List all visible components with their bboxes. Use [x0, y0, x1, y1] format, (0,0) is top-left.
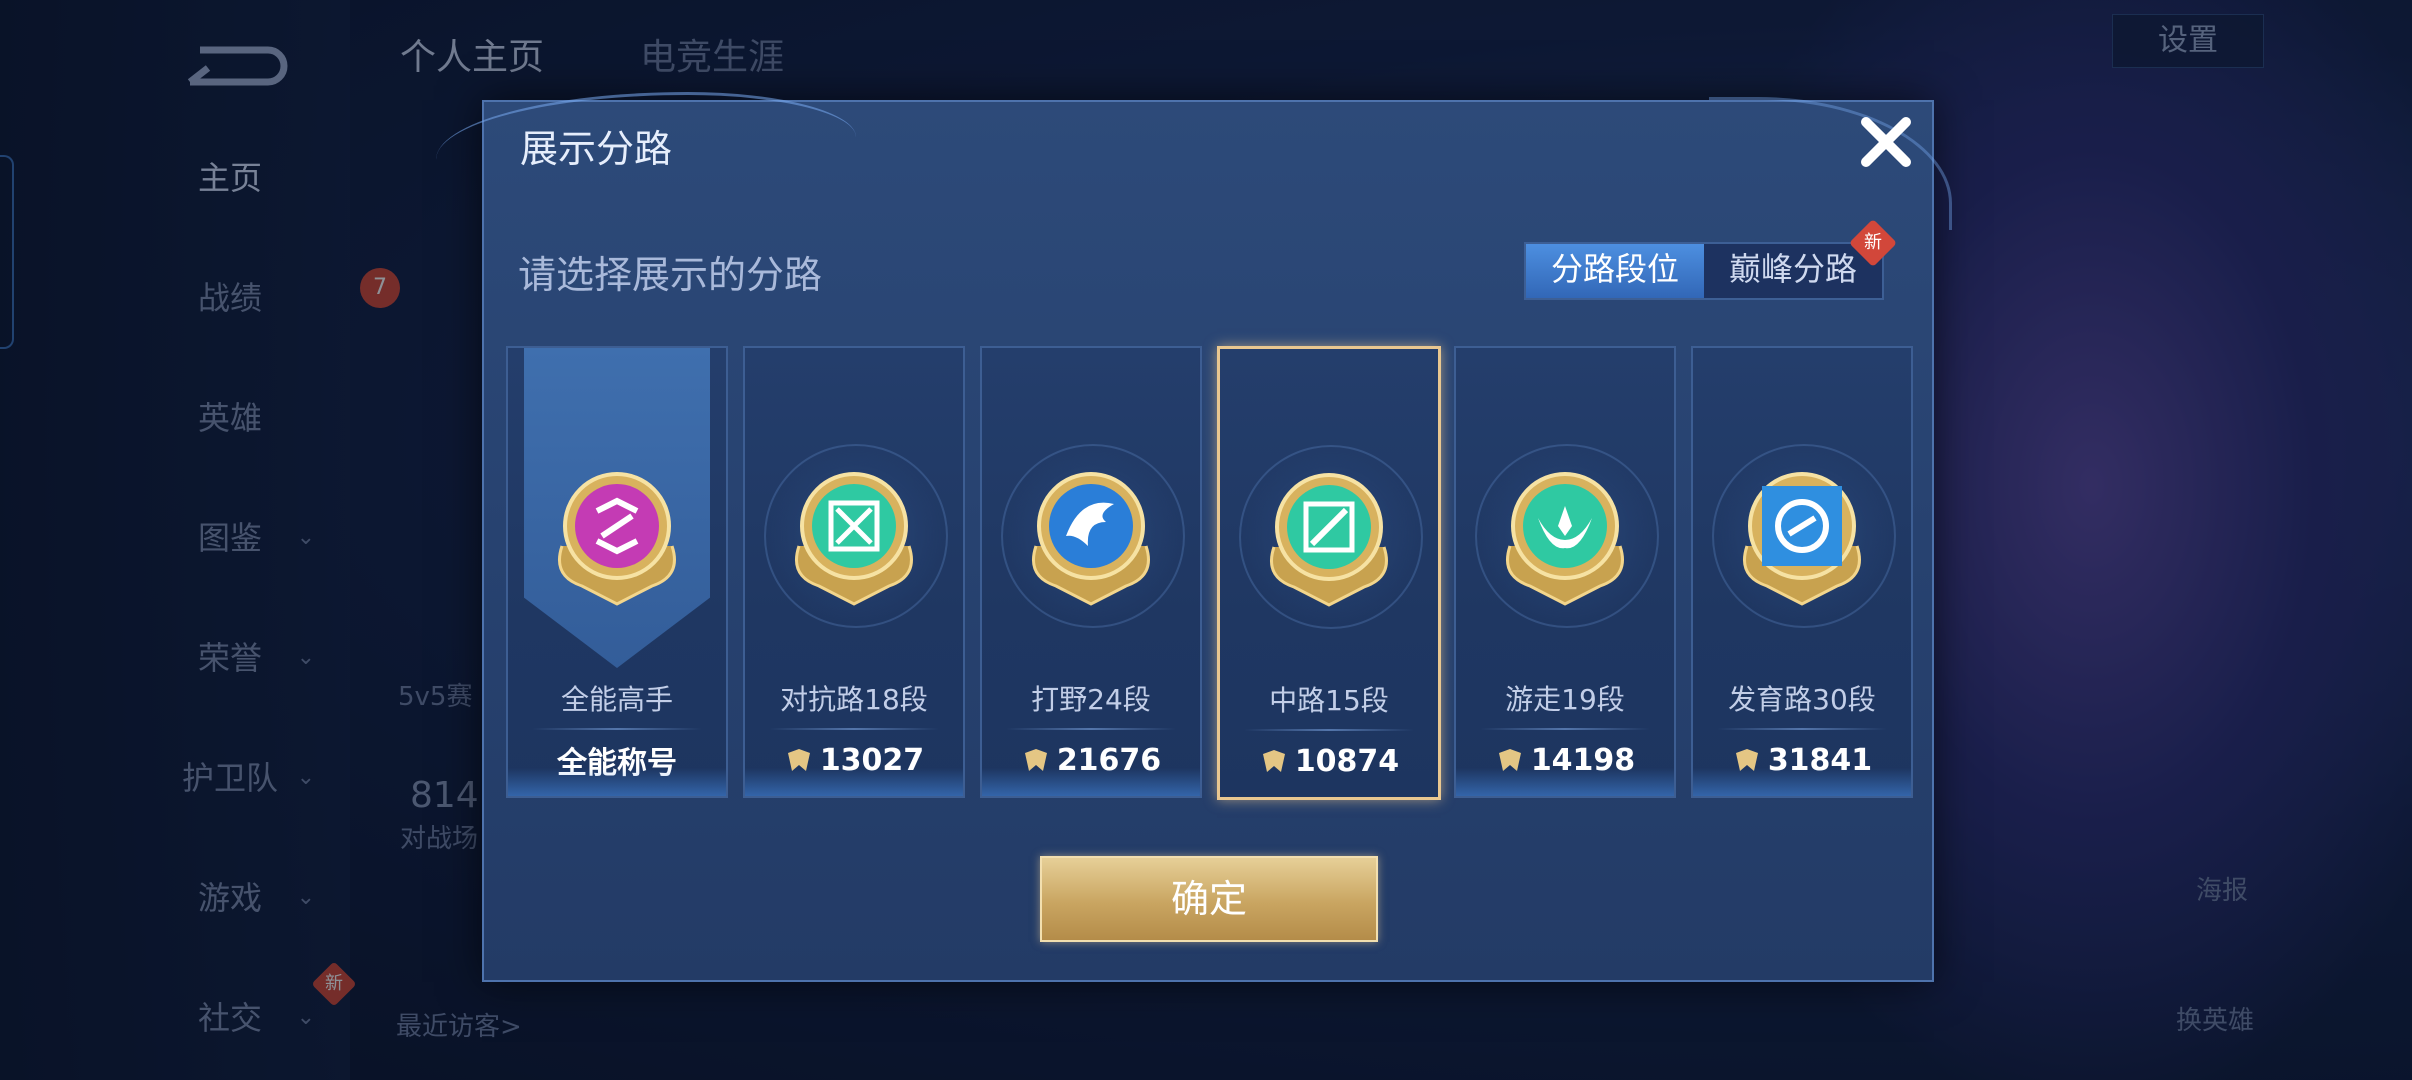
close-icon [1861, 117, 1911, 167]
lane-card[interactable]: 打野24段 21676 [980, 346, 1202, 798]
lane-name: 全能高手 [560, 683, 673, 716]
new-badge-text: 新 [1864, 232, 1882, 253]
card-divider [1006, 728, 1176, 730]
lane-card[interactable]: 对抗路18段 13027 [743, 346, 965, 798]
close-button[interactable] [1854, 110, 1918, 174]
clash-lane-badge-icon [795, 472, 913, 606]
farm-lane-badge-icon [1743, 472, 1861, 606]
card-divider [769, 728, 939, 730]
lane-name: 中路15段 [1269, 684, 1389, 717]
modal-subtitle: 请选择展示的分路 [518, 253, 823, 297]
points-icon [1262, 750, 1285, 772]
jungle-badge-icon [1032, 472, 1150, 606]
card-divider [1717, 728, 1887, 730]
lane-card-list: 全能高手 全能称号 对抗路18段 13027 打野24段 21676 中路15段… [506, 346, 1913, 800]
lane-display-modal: 展示分路 请选择展示的分路 分路段位 巅峰分路 新 全能高手 全能称号 对抗路1… [436, 92, 1952, 982]
lane-score: 10874 [1294, 743, 1400, 779]
lane-card[interactable]: 游走19段 14198 [1454, 346, 1676, 798]
lane-name: 打野24段 [1031, 683, 1151, 716]
toggle-lane-rank[interactable]: 分路段位 [1526, 244, 1704, 298]
card-bottom-glow [1456, 768, 1674, 796]
lane-card[interactable]: 发育路30段 31841 [1691, 346, 1913, 798]
roam-badge-icon [1506, 472, 1624, 606]
lane-score-row: 10874 [1220, 741, 1438, 781]
toggle-peak-lane[interactable]: 巅峰分路 新 [1704, 218, 1898, 298]
card-bottom-glow [1693, 768, 1911, 796]
new-badge: 新 [1848, 218, 1898, 268]
lane-mode-toggle: 分路段位 巅峰分路 新 [1524, 218, 1898, 300]
lane-name: 发育路30段 [1728, 683, 1876, 716]
lane-card[interactable]: 全能高手 全能称号 [506, 346, 728, 798]
lane-name: 对抗路18段 [780, 683, 928, 716]
lane-card-selected[interactable]: 中路15段 10874 [1217, 346, 1441, 800]
lane-name: 游走19段 [1505, 683, 1625, 716]
card-bottom-glow [508, 768, 726, 796]
mid-lane-badge-icon [1270, 473, 1388, 607]
card-bottom-glow [982, 768, 1200, 796]
card-divider [532, 728, 702, 730]
card-bottom-glow [745, 768, 963, 796]
modal-title: 展示分路 [520, 127, 673, 171]
card-divider [1480, 728, 1650, 730]
toggle-peak-lane-label: 巅峰分路 [1728, 250, 1857, 288]
all-round-badge-icon [558, 472, 676, 606]
confirm-button[interactable]: 确定 [1040, 856, 1378, 942]
card-divider [1244, 729, 1414, 731]
